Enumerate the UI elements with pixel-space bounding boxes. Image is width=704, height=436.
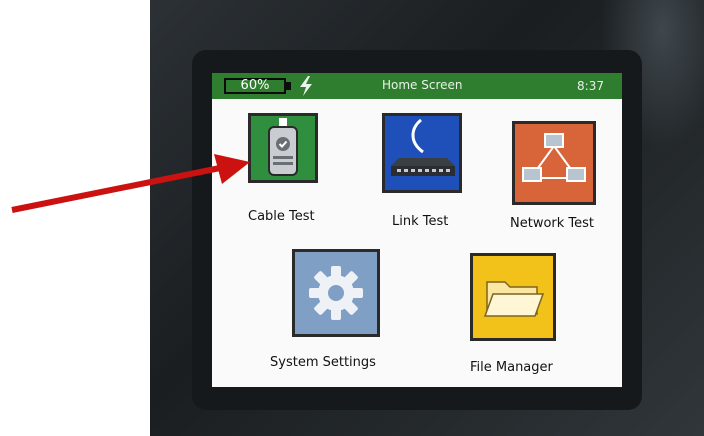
- link-test-label[interactable]: Link Test: [392, 214, 448, 229]
- network-test-tile[interactable]: [512, 121, 596, 205]
- device-screen: 60% Home Screen 8:37 Cable Test Link Tes…: [212, 73, 622, 387]
- battery-indicator: 60%: [224, 78, 286, 94]
- gear-icon: [309, 266, 363, 320]
- battery-percent: 60%: [240, 78, 270, 93]
- system-settings-tile[interactable]: [292, 249, 380, 337]
- red-arrow-icon: [11, 154, 250, 213]
- network-test-label[interactable]: Network Test: [510, 216, 594, 231]
- screen-title: Home Screen: [382, 78, 463, 92]
- network-topology-icon: [522, 133, 586, 182]
- network-switch-icon: [391, 118, 455, 176]
- link-test-tile[interactable]: [382, 113, 462, 193]
- folder-icon: [483, 281, 545, 317]
- status-bar: 60% Home Screen 8:37: [212, 73, 622, 99]
- status-time: 8:37: [577, 79, 604, 93]
- system-settings-label[interactable]: System Settings: [270, 355, 376, 370]
- battery-tip: [286, 82, 291, 90]
- file-manager-tile[interactable]: [470, 253, 556, 341]
- charging-bolt-icon: [300, 76, 312, 96]
- file-manager-label[interactable]: File Manager: [470, 360, 553, 375]
